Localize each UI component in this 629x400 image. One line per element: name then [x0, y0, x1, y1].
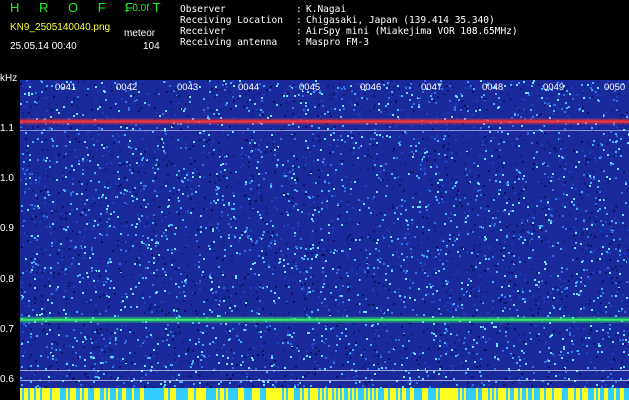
time-gridline: [421, 80, 422, 400]
timestamp: 25.05.14 00:40: [10, 41, 77, 52]
reference-line: [20, 380, 629, 381]
x-tick-label: 0050: [604, 82, 626, 93]
x-tick-label: 0042: [116, 82, 138, 93]
time-gridline: [543, 80, 544, 400]
reference-line: [20, 130, 629, 131]
meta-sep: :: [296, 37, 302, 48]
reference-line: [20, 370, 629, 371]
y-tick-label: 0.7: [0, 323, 14, 335]
y-axis-unit: kHz: [0, 73, 18, 84]
mode-label: meteor: [124, 28, 156, 39]
y-tick-label: 1.1: [0, 123, 14, 134]
meta-key-observer: Observer: [180, 4, 226, 15]
file-name: KN9_2505140040.png: [10, 22, 111, 33]
meta-value-antenna: Maspro FM-3: [306, 37, 369, 48]
carrier-band-core-1: [20, 318, 629, 321]
time-gridline: [238, 80, 239, 400]
y-tick-label: 0.6: [0, 374, 14, 385]
time-gridline: [604, 80, 605, 400]
time-gridline: [177, 80, 178, 400]
spectrogram-waterfall: [20, 80, 629, 400]
meta-key-receiver: Receiver: [180, 26, 226, 37]
time-gridline: [482, 80, 483, 400]
bottom-signal-strip: [20, 388, 629, 400]
meta-sep: :: [296, 4, 302, 15]
time-gridline: [55, 80, 56, 400]
meta-key-antenna: Receiving antenna: [180, 37, 278, 48]
meta-sep: :: [296, 15, 302, 26]
spectrogram-canvas: [20, 80, 629, 400]
time-gridline: [360, 80, 361, 400]
meta-value-location: Chigasaki, Japan (139.414 35.340): [306, 15, 495, 26]
app-version: 1.0.0f: [124, 3, 150, 14]
carrier-band-core-0: [20, 120, 629, 123]
x-tick-label: 0049: [543, 82, 565, 93]
y-tick-label: 0.9: [0, 223, 14, 235]
x-tick-label: 0041: [55, 82, 77, 93]
meta-sep: :: [296, 26, 302, 37]
x-tick-label: 0043: [177, 82, 199, 93]
x-tick-label: 0044: [238, 82, 260, 93]
detection-count: 104: [143, 41, 160, 52]
x-tick-label: 0048: [482, 82, 504, 93]
meta-value-receiver: AirSpy mini (Miakejima VOR 108.65MHz): [306, 26, 518, 37]
meta-value-observer: K.Nagai: [306, 4, 347, 15]
meta-key-location: Receiving Location: [180, 15, 283, 26]
time-gridline: [116, 80, 117, 400]
y-tick-label: 1.0: [0, 173, 14, 185]
x-tick-label: 0045: [299, 82, 321, 93]
x-tick-label: 0047: [421, 82, 443, 93]
y-tick-label: 0.8: [0, 273, 14, 285]
x-tick-label: 0046: [360, 82, 382, 93]
time-gridline: [299, 80, 300, 400]
